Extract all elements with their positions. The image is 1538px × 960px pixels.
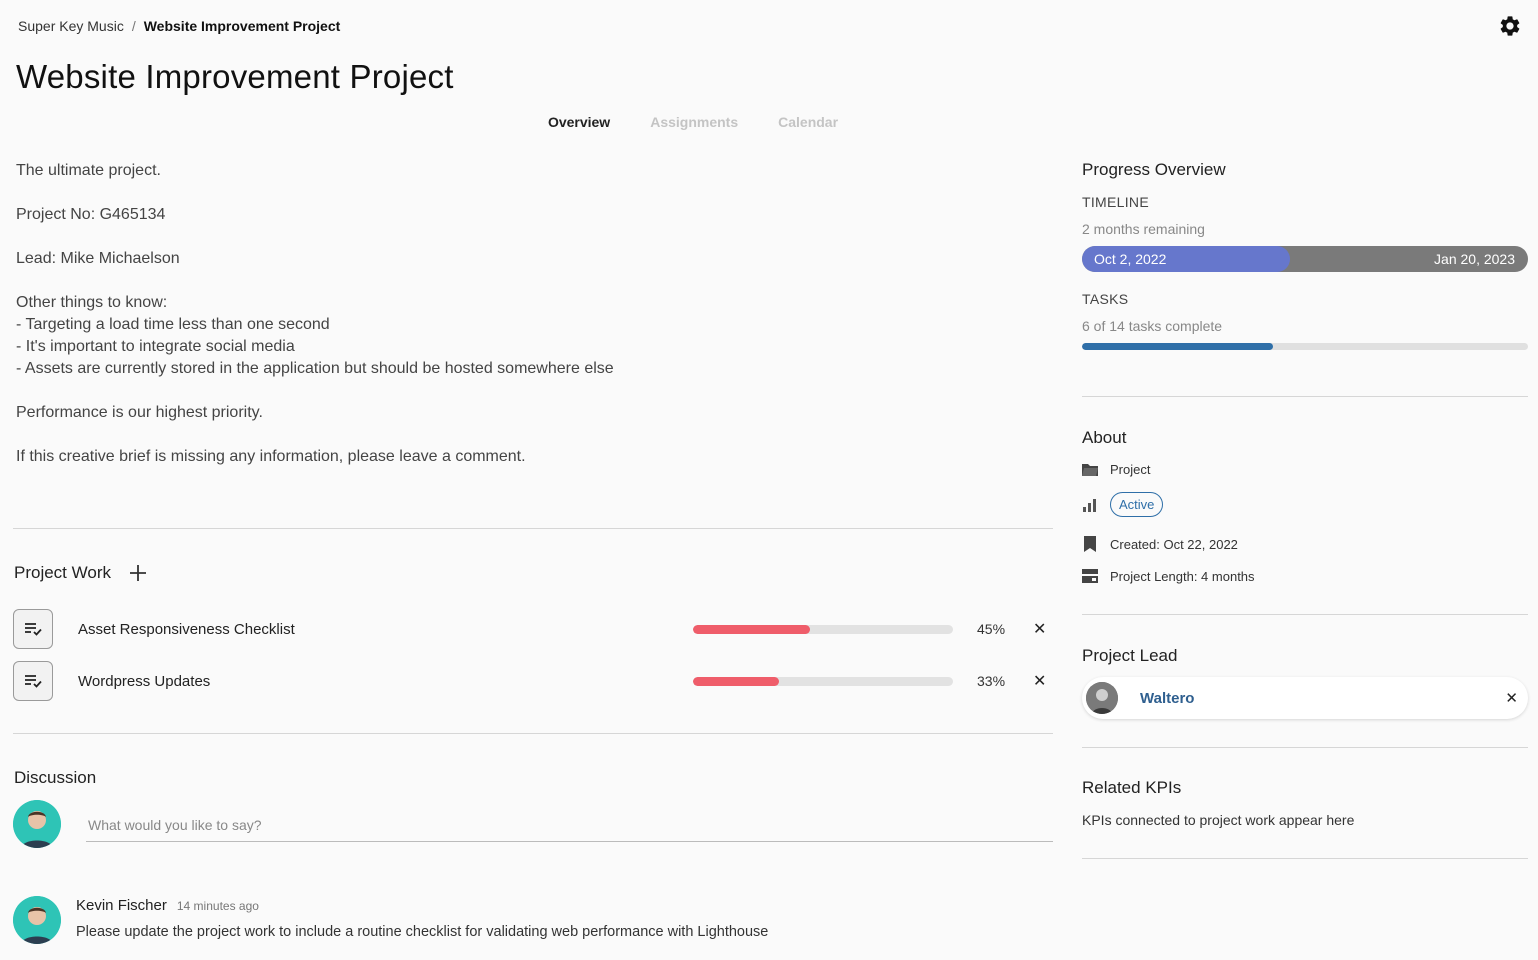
work-progress-bar	[693, 676, 953, 686]
discussion-title: Discussion	[14, 768, 97, 787]
description-project-no: Project No: G465134	[16, 206, 166, 223]
status-badge[interactable]: Active	[1110, 492, 1164, 517]
comment-author[interactable]: Kevin Fischer	[76, 897, 167, 914]
breadcrumb: Super Key Music / Website Improvement Pr…	[18, 18, 340, 34]
avatar	[1086, 682, 1118, 714]
tab-calendar[interactable]: Calendar	[778, 114, 838, 130]
about-title: About	[1082, 428, 1127, 447]
divider	[1082, 396, 1528, 397]
about-length: Project Length: 4 months	[1110, 568, 1255, 584]
status-bars-icon	[1082, 497, 1098, 513]
close-icon[interactable]: ✕	[1505, 689, 1518, 707]
tab-bar: Overview Assignments Calendar	[0, 114, 1538, 130]
related-kpis-empty: KPIs connected to project work appear he…	[1082, 812, 1355, 828]
about-status-row: Active	[1082, 492, 1164, 517]
description-intro: The ultimate project.	[16, 162, 161, 179]
description-closing: If this creative brief is missing any in…	[16, 448, 526, 465]
work-item-name[interactable]: Wordpress Updates	[78, 673, 693, 690]
comment-timestamp: 14 minutes ago	[176, 899, 259, 913]
work-item-name[interactable]: Asset Responsiveness Checklist	[78, 621, 693, 638]
breadcrumb-parent-link[interactable]: Super Key Music	[18, 18, 124, 34]
plus-icon	[130, 565, 146, 581]
bookmark-icon	[1082, 536, 1098, 552]
tab-overview[interactable]: Overview	[548, 114, 610, 130]
close-icon[interactable]: ✕	[1033, 619, 1046, 639]
breadcrumb-separator: /	[131, 18, 136, 34]
avatar	[13, 800, 61, 848]
description-lead: Lead: Mike Michaelson	[16, 250, 180, 267]
calendar-length-icon	[1082, 568, 1098, 584]
divider	[1082, 858, 1528, 859]
work-item-row: Wordpress Updates 33% ✕	[13, 661, 1053, 701]
project-lead-card: Waltero ✕	[1082, 677, 1528, 719]
work-progress-percent: 33%	[977, 673, 1006, 689]
divider	[13, 733, 1053, 734]
divider	[1082, 614, 1528, 615]
timeline-remaining: 2 months remaining	[1082, 221, 1205, 237]
gear-icon[interactable]	[1498, 14, 1522, 38]
divider	[1082, 747, 1528, 748]
work-progress-percent: 45%	[977, 621, 1006, 637]
tasks-summary: 6 of 14 tasks complete	[1082, 318, 1223, 334]
project-work-title: Project Work	[14, 563, 111, 582]
tasks-label: TASKS	[1082, 291, 1129, 307]
tab-assignments[interactable]: Assignments	[650, 114, 738, 130]
tasks-progress-bar	[1082, 343, 1528, 350]
folder-icon	[1082, 461, 1098, 477]
close-icon[interactable]: ✕	[1033, 671, 1046, 691]
progress-overview-title: Progress Overview	[1082, 160, 1226, 179]
project-description: The ultimate project. Project No: G46513…	[16, 160, 1046, 490]
work-progress-bar	[693, 624, 953, 634]
comment-header: Kevin Fischer 14 minutes ago	[76, 897, 259, 914]
timeline-bar: Oct 2, 2022 Jan 20, 2023	[1082, 246, 1528, 272]
project-lead-title: Project Lead	[1082, 646, 1178, 665]
breadcrumb-current: Website Improvement Project	[143, 18, 341, 34]
about-length-row: Project Length: 4 months	[1082, 568, 1255, 584]
timeline-start-date: Oct 2, 2022	[1094, 251, 1167, 267]
description-other-item: - Targeting a load time less than one se…	[16, 316, 330, 333]
timeline-end-date: Jan 20, 2023	[1434, 251, 1515, 267]
about-created: Created: Oct 22, 2022	[1110, 536, 1238, 552]
project-work-header: Project Work	[14, 563, 147, 583]
work-item-row: Asset Responsiveness Checklist 45% ✕	[13, 609, 1053, 649]
description-other-heading: Other things to know:	[16, 294, 168, 311]
checklist-icon[interactable]	[13, 609, 53, 649]
add-work-button[interactable]	[129, 564, 147, 582]
page-title: Website Improvement Project	[16, 58, 454, 95]
timeline-label: TIMELINE	[1082, 194, 1149, 210]
related-kpis-title: Related KPIs	[1082, 778, 1182, 797]
comment-text: Please update the project work to includ…	[76, 924, 769, 940]
description-other-item: - Assets are currently stored in the app…	[16, 360, 614, 377]
description-other-item: - It's important to integrate social med…	[16, 338, 295, 355]
project-lead-name[interactable]: Waltero	[1140, 690, 1505, 707]
about-type-row: Project	[1082, 461, 1150, 477]
about-type: Project	[1110, 461, 1151, 477]
avatar	[13, 896, 61, 944]
checklist-icon[interactable]	[13, 661, 53, 701]
comment-input[interactable]	[86, 808, 1053, 842]
divider	[13, 528, 1053, 529]
description-priority: Performance is our highest priority.	[16, 404, 263, 421]
about-created-row: Created: Oct 22, 2022	[1082, 536, 1238, 552]
